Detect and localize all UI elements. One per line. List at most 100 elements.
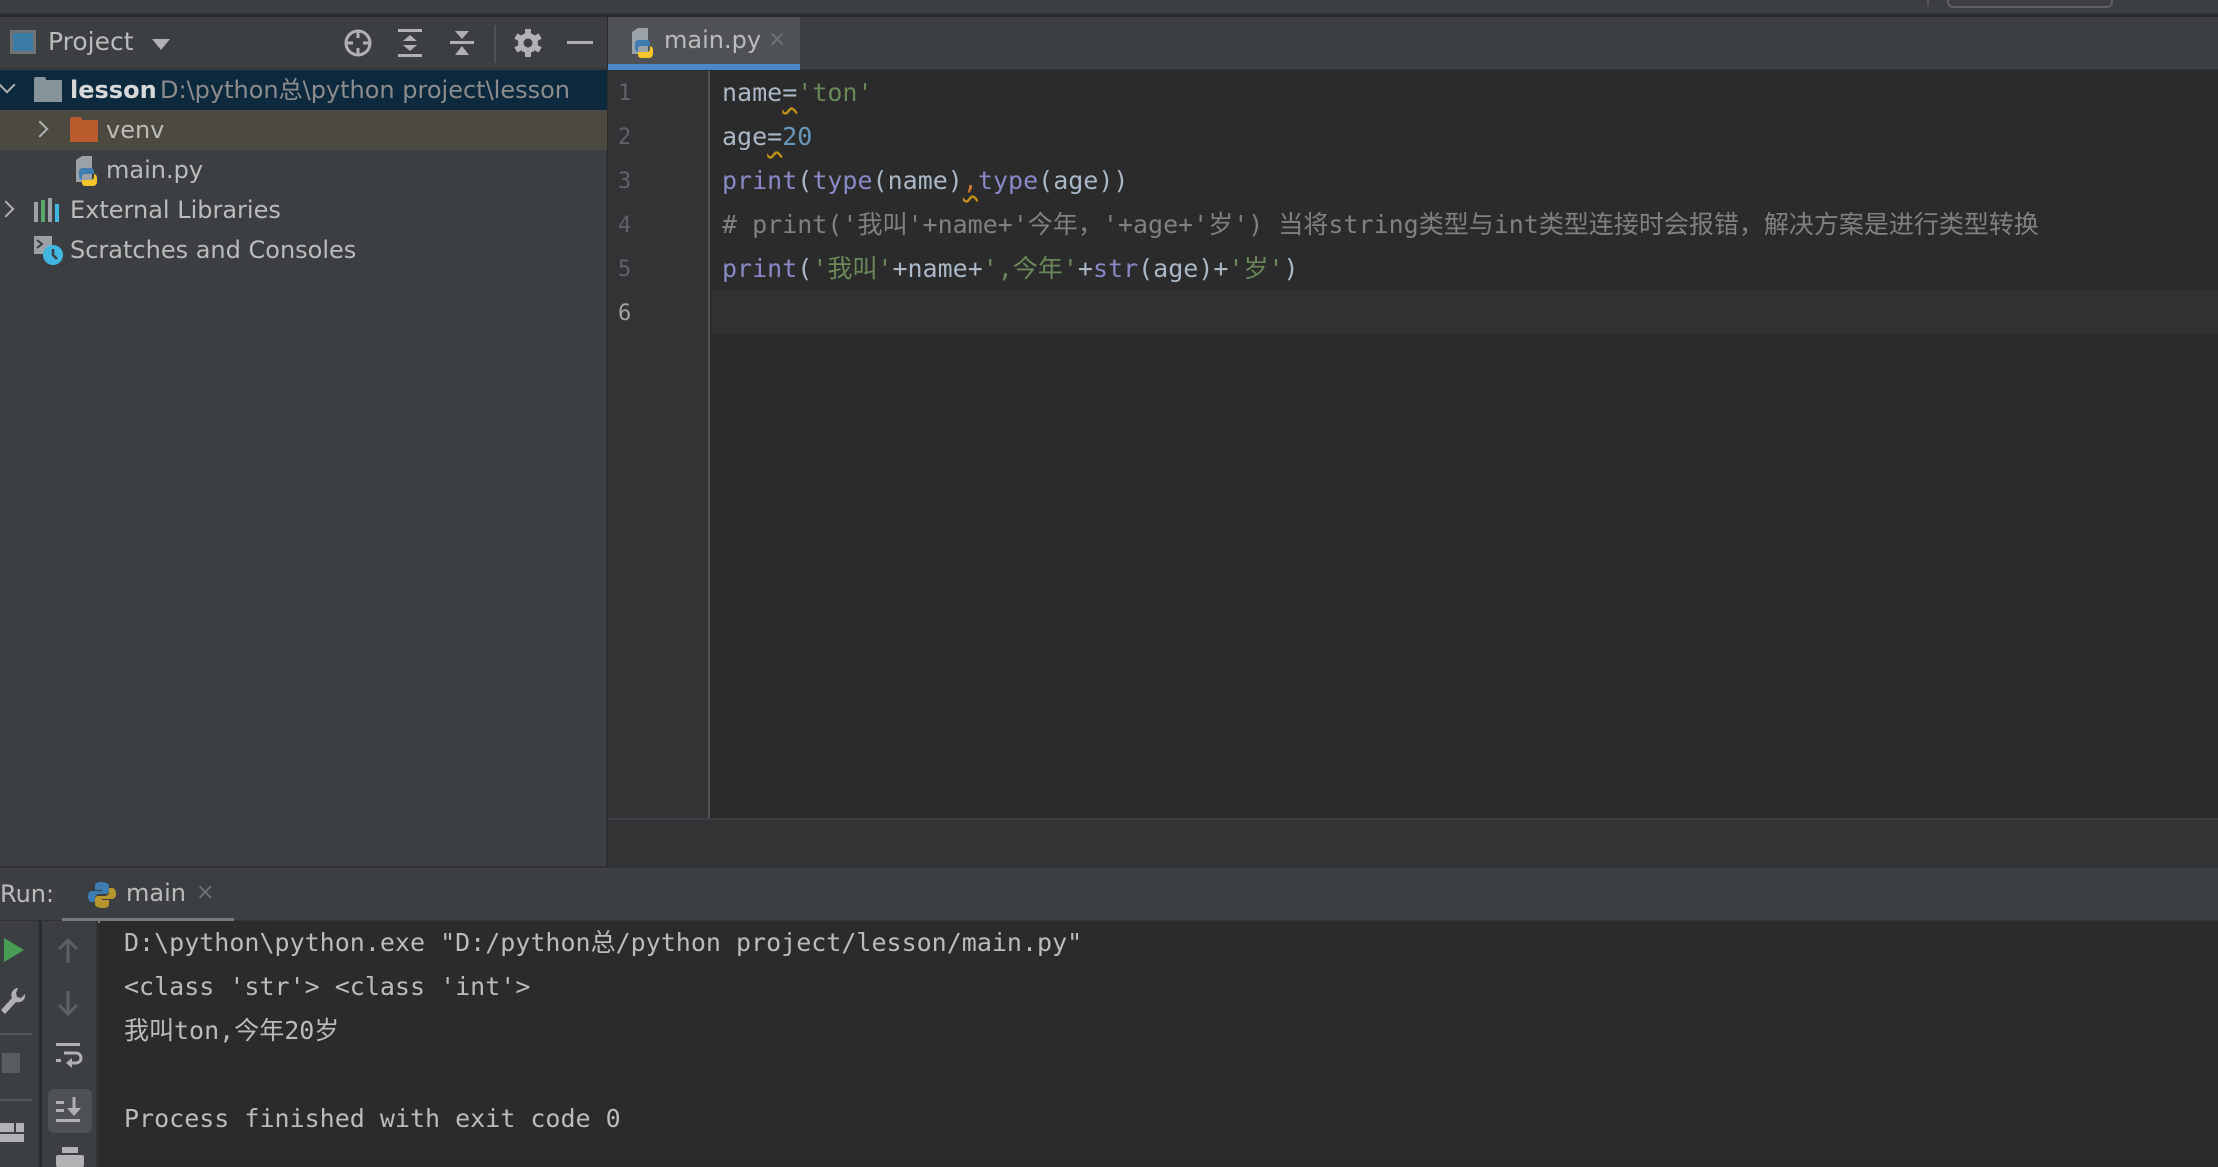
line-number-current: 6 [618,301,632,326]
token: + [1077,254,1093,283]
code-line-3[interactable]: print(type(name),type(age)) [722,159,1128,203]
toolbar-separator [0,1033,32,1035]
chevron-down-icon[interactable] [152,39,170,50]
minimize-icon[interactable] [564,27,596,59]
tree-item-label: External Libraries [70,196,281,224]
toolbar-separator [0,1099,32,1101]
gear-icon[interactable] [512,27,544,59]
code-line-4[interactable]: # print('我叫'+name+'今年，'+age+'岁') 当将strin… [722,203,2039,247]
rerun-icon[interactable] [2,937,26,963]
close-icon[interactable]: × [768,27,786,52]
token-string: '岁' [1228,254,1284,283]
folder-icon [34,77,62,102]
tree-item-venv[interactable]: venv [0,110,607,150]
print-icon[interactable] [56,1147,84,1167]
project-window-icon [10,30,36,54]
line-number: 4 [618,213,632,238]
run-label: Run: [0,880,55,908]
close-icon[interactable]: × [196,880,214,905]
token: ( [797,166,813,195]
stop-icon[interactable] [2,1053,20,1073]
toolbar-button[interactable] [1947,0,2113,8]
scroll-to-end-icon [56,1097,81,1122]
token: ) [1283,254,1299,283]
run-tab-main[interactable]: main [126,879,186,907]
line-number: 2 [618,125,632,150]
token-builtin: print [722,166,798,195]
header-separator [494,25,496,63]
line-number: 5 [618,257,632,282]
run-console-output[interactable]: D:\python\python.exe "D:/python总/python … [100,921,2218,1167]
title-strip [0,0,2218,15]
soft-wrap-icon[interactable] [56,1041,84,1069]
console-line: <class 'str'> <class 'int'> [124,972,531,1001]
tree-item-label: Scratches and Consoles [70,236,357,264]
line-number-gutter: 1 2 3 4 5 6 [608,71,710,818]
console-line: D:\python\python.exe "D:/python总/python … [124,928,1083,957]
run-toolbar-primary [0,921,40,1167]
code-line-1[interactable]: name='ton' [722,71,873,115]
line-number: 1 [618,81,632,106]
token-builtin: type [977,166,1039,195]
python-icon [88,882,116,908]
excluded-folder-icon [70,117,98,142]
python-file-icon [632,28,654,58]
token-string: '我叫' [812,254,893,283]
current-line-highlight [712,290,2218,334]
console-line: Process finished with exit code 0 [124,1104,621,1133]
run-toolbar-secondary [42,921,98,1167]
expand-all-icon[interactable] [394,27,426,59]
chevron-right-icon[interactable] [0,200,15,218]
tree-item-external-libraries[interactable]: External Libraries [0,190,607,230]
tree-item-label: main.py [106,156,204,184]
scroll-to-end-button[interactable] [48,1089,92,1133]
editor-horizontal-scroll-area [608,818,2218,866]
tree-item-lesson[interactable]: lesson D:\python总\python project\lesson [0,70,607,110]
token: name [722,78,783,107]
wrench-icon[interactable] [0,986,26,1016]
run-panel-header: Run: main × [0,866,2218,923]
arrow-down-icon[interactable] [56,989,80,1017]
project-panel-header: Project [0,17,607,69]
token: (name) [872,166,963,195]
code-editor[interactable]: 1 2 3 4 5 6 name='ton' age=20 print(type… [608,71,2218,818]
chevron-down-icon[interactable] [0,76,16,94]
token: age [722,122,768,151]
tree-item-main-py[interactable]: main.py [0,150,607,190]
tree-item-label: lesson [70,76,157,104]
token-builtin: type [812,166,873,195]
toolbar-separator [1927,0,1929,6]
project-panel: Project lesson D:\python总\python project… [0,17,607,866]
token-builtin: print [722,254,798,283]
layout-icon[interactable] [0,1121,24,1145]
scratches-icon [34,236,63,265]
line-number: 3 [618,169,632,194]
token-warning: = [782,78,798,107]
token-string: 'ton' [797,78,873,107]
collapse-all-icon[interactable] [446,27,478,59]
token: (age)) [1038,166,1129,195]
locate-icon[interactable] [342,27,374,59]
tab-label: main.py [664,26,762,54]
tree-item-path: D:\python总\python project\lesson [160,76,570,104]
tree-item-scratches[interactable]: Scratches and Consoles [0,230,607,270]
tree-item-label: venv [106,116,165,144]
editor-tab-bar: main.py × [608,17,2218,70]
libraries-icon [34,198,59,222]
code-line-5[interactable]: print('我叫'+name+',今年'+str(age)+'岁') [722,247,1299,291]
token: (age)+ [1138,254,1229,283]
tab-active-indicator [608,64,800,70]
python-file-icon [76,156,98,186]
token-string: ',今年' [982,254,1078,283]
token-comment: # print('我叫'+name+'今年，'+age+'岁') 当将strin… [722,210,2039,239]
arrow-up-icon[interactable] [56,937,80,965]
token: +name+ [892,254,983,283]
token-builtin: str [1092,254,1139,283]
project-panel-title[interactable]: Project [48,27,134,56]
chevron-right-icon[interactable] [31,120,49,138]
console-line: 我叫ton,今年20岁 [124,1016,340,1045]
token: ( [797,254,813,283]
token-warning: , [962,166,978,195]
code-line-2[interactable]: age=20 [722,115,812,159]
tab-main-py[interactable]: main.py × [608,17,800,70]
